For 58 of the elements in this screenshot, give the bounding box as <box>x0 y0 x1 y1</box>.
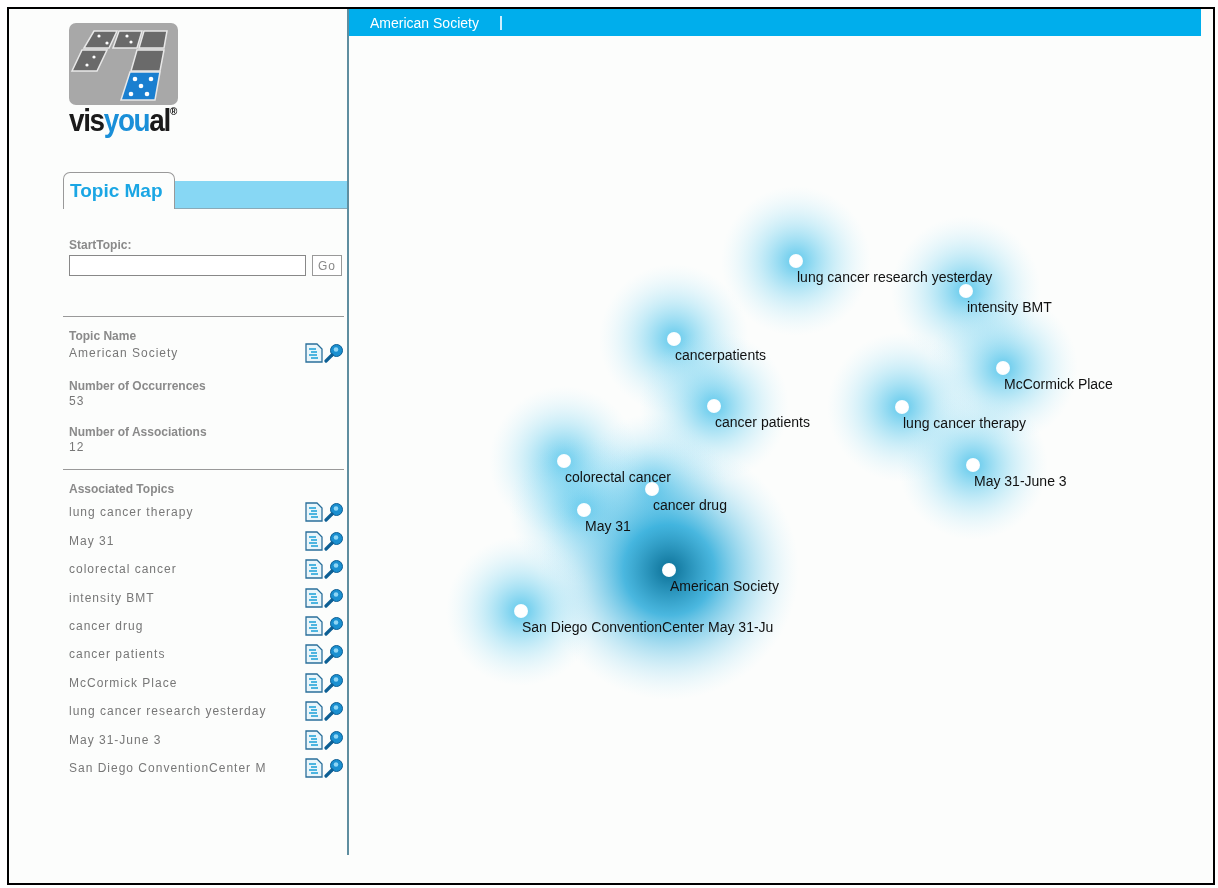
field-label: Number of Occurrences <box>69 379 207 393</box>
document-icon[interactable] <box>305 672 323 693</box>
section-heading: Associated Topics <box>69 482 176 496</box>
topic-link[interactable]: May 31 <box>69 532 115 549</box>
node-label[interactable]: May 31-June 3 <box>974 473 1067 489</box>
dominoes-logo-icon <box>69 23 178 105</box>
field-label: StartTopic: <box>69 238 133 252</box>
node-label[interactable]: lung cancer therapy <box>903 415 1026 431</box>
document-icon[interactable] <box>305 530 323 551</box>
search-icon[interactable] <box>324 729 344 750</box>
search-icon[interactable] <box>324 672 344 693</box>
topic-link[interactable]: cancer patients <box>69 646 166 663</box>
node-label[interactable]: cancer patients <box>715 414 810 430</box>
document-icon[interactable] <box>305 644 323 665</box>
topic-link[interactable]: lung cancer therapy <box>69 504 194 521</box>
node-label[interactable]: cancerpatients <box>675 347 767 363</box>
start-topic-field[interactable] <box>69 255 306 276</box>
topic-link[interactable]: intensity BMT <box>69 589 155 606</box>
topic-link[interactable]: May 31-June 3 <box>69 731 162 748</box>
topic-link[interactable]: colorectal cancer <box>69 561 177 578</box>
document-icon[interactable] <box>305 343 323 363</box>
node-label[interactable]: colorectal cancer <box>565 469 671 485</box>
node-label[interactable]: American Society <box>670 578 779 594</box>
field-label: Number of Associations <box>69 425 208 439</box>
topic-link[interactable]: McCormick Place <box>69 674 178 691</box>
topic-link[interactable]: cancer drug <box>69 617 144 634</box>
document-icon[interactable] <box>305 729 323 750</box>
node-label[interactable]: McCormick Place <box>1004 376 1113 392</box>
search-icon[interactable] <box>324 559 344 580</box>
node-label[interactable]: San Diego ConventionCenter May 31-Ju <box>522 619 774 635</box>
go-button[interactable]: Go <box>312 255 342 276</box>
topic-name: American Society <box>69 345 179 361</box>
topic-link[interactable]: lung cancer research yesterday <box>69 703 267 720</box>
node-label[interactable]: cancer drug <box>653 497 727 513</box>
search-icon[interactable] <box>324 343 344 363</box>
document-icon[interactable] <box>305 587 323 608</box>
document-icon[interactable] <box>305 502 323 523</box>
occurrence-count: 53 <box>69 393 86 409</box>
node-label[interactable]: May 31 <box>585 518 631 534</box>
search-icon[interactable] <box>324 615 344 636</box>
document-icon[interactable] <box>305 615 323 636</box>
search-icon[interactable] <box>324 701 344 722</box>
document-icon[interactable] <box>305 757 323 778</box>
node-label[interactable]: intensity BMT <box>967 299 1052 315</box>
breadcrumb-link[interactable]: American Society <box>370 14 479 31</box>
search-icon[interactable] <box>324 587 344 608</box>
search-icon[interactable] <box>324 530 344 551</box>
field-label: Topic Name <box>69 329 138 343</box>
search-icon[interactable] <box>324 757 344 778</box>
topic-map-tab[interactable]: Topic Map <box>63 172 175 209</box>
search-icon[interactable] <box>324 644 344 665</box>
document-icon[interactable] <box>305 701 323 722</box>
document-icon[interactable] <box>305 559 323 580</box>
association-count: 12 <box>69 439 86 455</box>
topic-link[interactable]: San Diego ConventionCenter M <box>69 759 267 776</box>
search-icon[interactable] <box>324 502 344 523</box>
logo-wordmark: visyoual$^{®}$ <box>69 105 178 137</box>
node-label[interactable]: lung cancer research yesterday <box>797 269 993 285</box>
